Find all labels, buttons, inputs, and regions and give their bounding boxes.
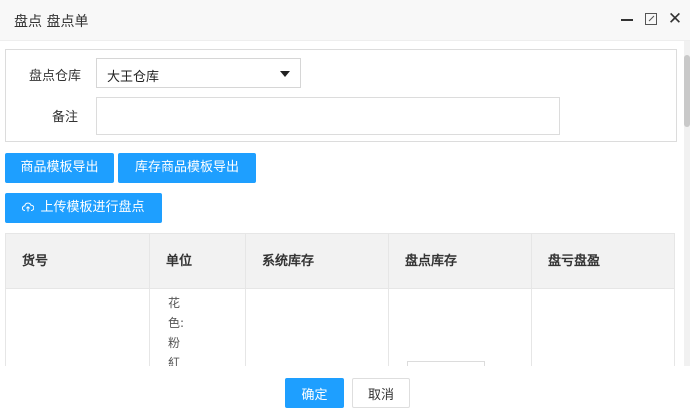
scrollbar-track[interactable] [684,41,690,366]
cell-sku [6,289,150,366]
export-stock-template-button[interactable]: 库存商品模板导出 [118,153,256,183]
dialog-content[interactable]: 盘点仓库 大王仓库 备注 商品模板导出 库存商品模板导出 上传模板进行盘点 货号… [0,41,690,366]
stocktake-table: 货号 单位 系统库存 盘点库存 盘亏盘盈 花色:粉紅 [5,233,675,366]
cancel-button[interactable]: 取消 [352,378,410,408]
table-header: 货号 单位 系统库存 盘点库存 盘亏盘盈 [6,233,675,290]
column-header-difference: 盘亏盘盈 [532,234,675,290]
confirm-button[interactable]: 确定 [285,378,344,408]
stocktake-form: 盘点仓库 大王仓库 备注 [5,49,677,142]
dialog-title: 盘点 盘点单 [14,14,89,30]
dialog-footer: 确定 取消 [0,366,690,417]
note-label: 备注 [51,110,78,125]
cell-counted-stock [389,289,532,366]
scrollbar-thumb[interactable] [684,55,690,127]
warehouse-label: 盘点仓库 [28,69,81,84]
column-header-system-stock: 系统库存 [246,234,389,290]
warehouse-select-value: 大王仓库 [107,70,160,85]
cloud-upload-icon [22,201,35,215]
note-input[interactable] [96,97,560,135]
minimize-icon[interactable] [618,9,636,29]
column-header-sku: 货号 [6,234,150,290]
unit-spec-text: 花色:粉紅 [168,296,185,366]
close-icon[interactable]: ✕ [666,9,684,29]
cell-difference [532,289,675,366]
dialog-titlebar: 盘点 盘点单 ✕ [0,0,690,41]
column-header-counted-stock: 盘点库存 [389,234,532,290]
upload-template-label: 上传模板进行盘点 [40,200,145,215]
table-row: 花色:粉紅 [6,289,675,366]
maximize-icon[interactable] [642,9,660,29]
cell-unit: 花色:粉紅 [150,289,246,366]
warehouse-select[interactable]: 大王仓库 [96,58,301,88]
column-header-unit: 单位 [150,234,246,290]
export-template-button[interactable]: 商品模板导出 [5,153,114,183]
caret-down-icon [280,71,290,77]
cell-system-stock [246,289,389,366]
upload-template-button[interactable]: 上传模板进行盘点 [5,193,162,223]
